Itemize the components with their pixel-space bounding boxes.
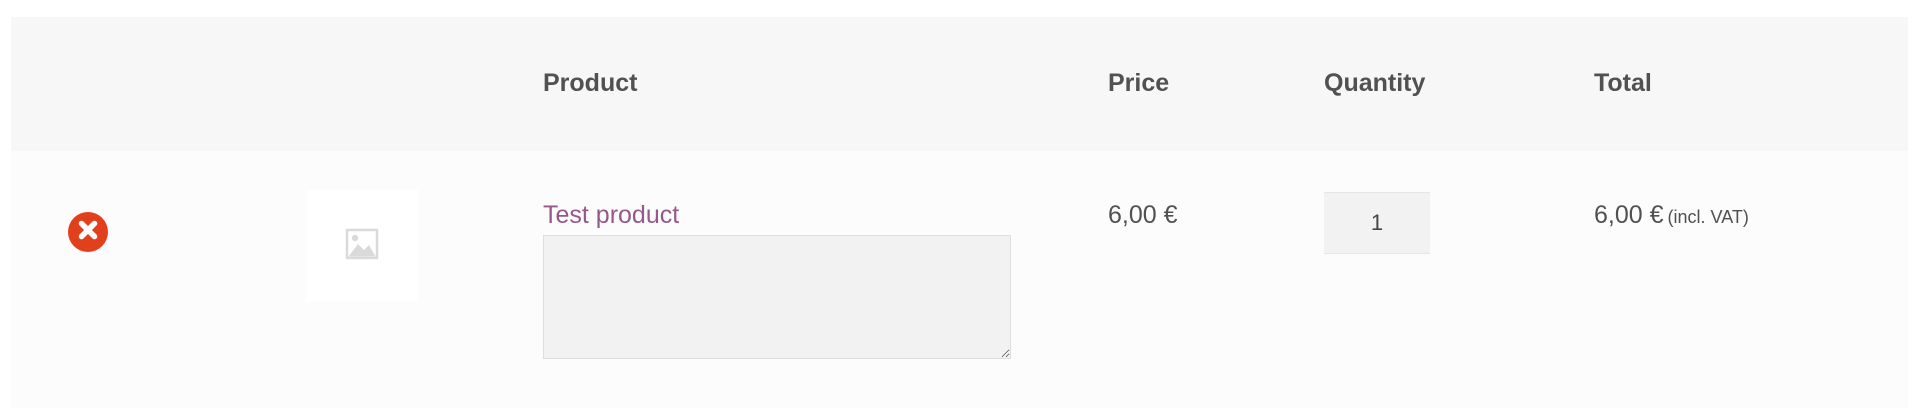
item-total: 6,00 € (incl. VAT) bbox=[1594, 199, 1749, 235]
header-price: Price bbox=[1108, 69, 1170, 97]
remove-item-button[interactable] bbox=[68, 212, 108, 252]
cart-table: Product Price Quantity Total Test produc… bbox=[11, 17, 1908, 408]
quantity-input[interactable] bbox=[1324, 192, 1430, 254]
cart-table-header: Product Price Quantity Total bbox=[11, 17, 1908, 151]
product-name-link[interactable]: Test product bbox=[543, 199, 679, 231]
image-placeholder-icon bbox=[345, 228, 379, 265]
header-product: Product bbox=[543, 69, 638, 97]
product-thumbnail[interactable] bbox=[306, 190, 418, 302]
item-total-tax-label: (incl. VAT) bbox=[1667, 207, 1749, 227]
header-quantity: Quantity bbox=[1324, 69, 1426, 97]
item-price: 6,00 € bbox=[1108, 201, 1178, 229]
product-note-textarea[interactable] bbox=[543, 235, 1011, 359]
item-total-amount: 6,00 € bbox=[1594, 201, 1664, 229]
header-total: Total bbox=[1594, 69, 1652, 97]
close-icon bbox=[68, 210, 108, 255]
cart-item-row: Test product 6,00 € 6,00 €(incl. VAT) bbox=[11, 151, 1908, 408]
